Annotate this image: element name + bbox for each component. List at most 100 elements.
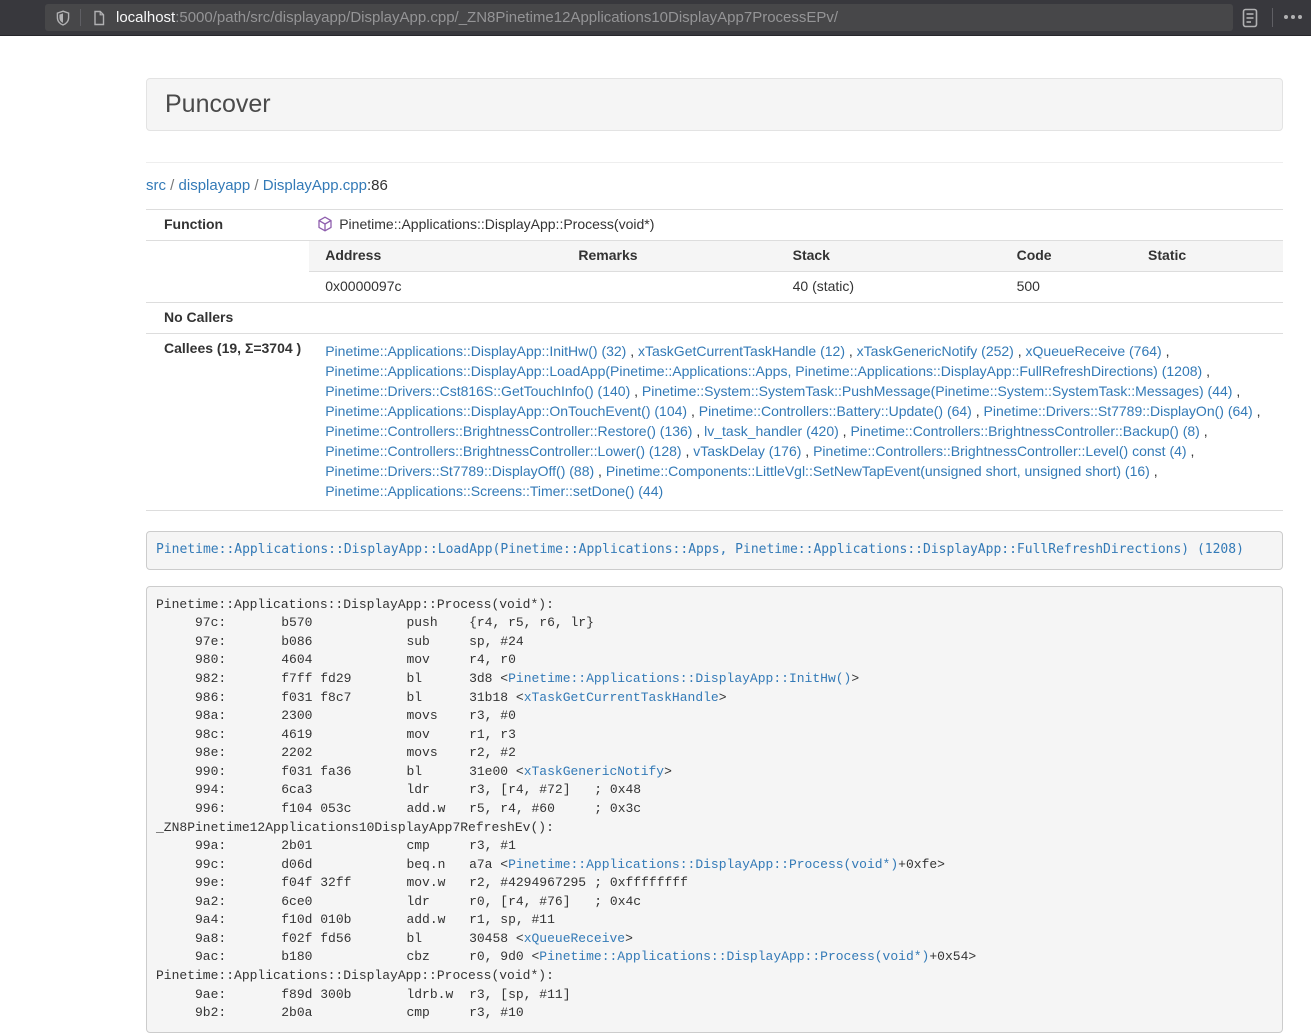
callee-separator: , (1232, 383, 1240, 399)
details-row-label (146, 241, 309, 303)
callee-link[interactable]: Pinetime::Controllers::Battery::Update()… (699, 403, 972, 419)
breadcrumb-link[interactable]: DisplayApp.cpp (263, 177, 367, 194)
function-details-table: AddressRemarksStackCodeStatic 0x0000097c… (309, 241, 1283, 302)
code-text: 99c: d06d beq.n a7a < (156, 857, 508, 872)
callee-link[interactable]: vTaskDelay (176) (693, 443, 801, 459)
symbol-link[interactable]: xTaskGenericNotify (524, 764, 664, 779)
details-cell: AddressRemarksStackCodeStatic 0x0000097c… (309, 241, 1283, 303)
callee-link[interactable]: xQueueReceive (764) (1026, 343, 1162, 359)
code-text: 98a: 2300 movs r3, #0 (156, 708, 516, 723)
callee-link[interactable]: Pinetime::Drivers::St7789::DisplayOff() … (325, 463, 594, 479)
callee-link[interactable]: Pinetime::Components::LittleVgl::SetNewT… (606, 463, 1150, 479)
callee-separator: , (682, 443, 694, 459)
callee-link[interactable]: Pinetime::Drivers::St7789::DisplayOn() (… (984, 403, 1253, 419)
code-text: 9b2: 2b0a cmp r3, #10 (156, 1005, 524, 1020)
callee-link[interactable]: Pinetime::Controllers::BrightnessControl… (813, 443, 1186, 459)
callee-link[interactable]: Pinetime::Applications::DisplayApp::OnTo… (325, 403, 687, 419)
function-row-label: Function (146, 210, 309, 241)
reader-mode-icon[interactable] (1241, 8, 1259, 28)
callee-separator: , (626, 343, 638, 359)
callee-separator: , (801, 443, 813, 459)
code-text: 99a: 2b01 cmp r3, #1 (156, 838, 516, 853)
code-text: 996: f104 053c add.w r5, r4, #60 ; 0x3c (156, 801, 641, 816)
url-path: :5000/path/src/displayapp/DisplayApp.cpp… (175, 9, 838, 26)
callee-separator: , (1187, 443, 1195, 459)
address-value: 0x0000097c (309, 272, 562, 302)
callee-link[interactable]: Pinetime::Controllers::BrightnessControl… (850, 423, 1199, 439)
code-text: Pinetime::Applications::DisplayApp::Proc… (156, 597, 554, 612)
code-text: 982: f7ff fd29 bl 3d8 < (156, 671, 508, 686)
details-value-row: 0x0000097c 40 (static) 500 (309, 272, 1283, 302)
breadcrumb-separator: / (250, 177, 263, 194)
callee-separator: , (687, 403, 699, 419)
callee-link[interactable]: Pinetime::Controllers::BrightnessControl… (325, 423, 692, 439)
callee-link[interactable]: xTaskGetCurrentTaskHandle (12) (638, 343, 845, 359)
code-text: Pinetime::Applications::DisplayApp::Proc… (156, 968, 554, 983)
code-text: 980: 4604 mov r4, r0 (156, 652, 516, 667)
stack-value: 40 (static) (777, 272, 1001, 302)
app-title-link[interactable]: Puncover (165, 90, 271, 118)
callee-link[interactable]: Pinetime::System::SystemTask::PushMessag… (642, 383, 1233, 399)
callee-link[interactable]: Pinetime::Applications::DisplayApp::Init… (325, 343, 626, 359)
breadcrumb-link[interactable]: src (146, 177, 166, 194)
callee-separator: , (1200, 423, 1208, 439)
code-value: 500 (1001, 272, 1132, 302)
callee-link[interactable]: Pinetime::Drivers::Cst816S::GetTouchInfo… (325, 383, 630, 399)
no-callers-cell (309, 303, 1283, 334)
callee-link[interactable]: xTaskGenericNotify (252) (857, 343, 1014, 359)
breadcrumb-line-number: :86 (367, 177, 388, 194)
column-header-stack: Stack (777, 241, 1001, 271)
selected-symbol-link[interactable]: Pinetime::Applications::DisplayApp::Load… (156, 542, 1244, 557)
callees-row: Callees (19, Σ=3704 ) Pinetime::Applicat… (146, 334, 1283, 511)
page-info-icon[interactable] (91, 10, 107, 26)
callee-link[interactable]: Pinetime::Controllers::BrightnessControl… (325, 443, 681, 459)
callee-link[interactable]: lv_task_handler (420) (704, 423, 839, 439)
callee-separator: , (1162, 343, 1170, 359)
callees-label: Callees (19, Σ=3704 ) (146, 334, 309, 511)
function-table: Function Pinetime::Applications::Display… (146, 209, 1283, 511)
code-text: 9a2: 6ce0 ldr r0, [r4, #76] ; 0x4c (156, 894, 641, 909)
code-text: 99e: f04f 32ff mov.w r2, #4294967295 ; 0… (156, 875, 688, 890)
static-value (1132, 272, 1283, 302)
callee-separator: , (972, 403, 984, 419)
no-callers-row: No Callers (146, 303, 1283, 334)
url-host: localhost (116, 9, 175, 26)
code-text: +0x54> (929, 949, 976, 964)
symbol-link[interactable]: Pinetime::Applications::DisplayApp::Init… (508, 671, 851, 686)
function-name: Pinetime::Applications::DisplayApp::Proc… (339, 216, 654, 232)
code-text: 9a4: f10d 010b add.w r1, sp, #11 (156, 912, 555, 927)
code-text: 97e: b086 sub sp, #24 (156, 634, 524, 649)
callee-separator: , (692, 423, 704, 439)
disassembly: Pinetime::Applications::DisplayApp::Proc… (146, 586, 1283, 1033)
divider (146, 162, 1283, 163)
code-text: _ZN8Pinetime12Applications10DisplayApp7R… (156, 820, 554, 835)
code-text: > (664, 764, 672, 779)
code-text: 994: 6ca3 ldr r3, [r4, #72] ; 0x48 (156, 782, 641, 797)
details-header-row: AddressRemarksStackCodeStatic (309, 241, 1283, 271)
callee-separator: , (1014, 343, 1026, 359)
callee-link[interactable]: Pinetime::Applications::DisplayApp::Load… (325, 363, 1202, 379)
code-text: 9ae: f89d 300b ldrb.w r3, [sp, #11] (156, 987, 571, 1002)
symbol-link[interactable]: xTaskGetCurrentTaskHandle (524, 690, 719, 705)
breadcrumb: src / displayapp / DisplayApp.cpp:86 (146, 175, 1283, 196)
code-text: > (851, 671, 859, 686)
callee-separator: , (845, 343, 857, 359)
disassembly-code: Pinetime::Applications::DisplayApp::Proc… (156, 597, 976, 1020)
tracking-protection-shield-icon[interactable] (55, 10, 71, 26)
function-details-row: AddressRemarksStackCodeStatic 0x0000097c… (146, 241, 1283, 303)
code-text: 9a8: f02f fd56 bl 30458 < (156, 931, 524, 946)
callees-list: Pinetime::Applications::DisplayApp::Init… (309, 334, 1283, 511)
callee-separator: , (1150, 463, 1158, 479)
symbol-link[interactable]: xQueueReceive (524, 931, 625, 946)
selected-symbol-box: Pinetime::Applications::DisplayApp::Load… (146, 531, 1283, 570)
address-bar[interactable]: localhost:5000/path/src/displayapp/Displ… (45, 4, 1233, 31)
code-text: 990: f031 fa36 bl 31e00 < (156, 764, 524, 779)
browser-toolbar: localhost:5000/path/src/displayapp/Displ… (0, 0, 1311, 36)
symbol-link[interactable]: Pinetime::Applications::DisplayApp::Proc… (539, 949, 929, 964)
symbol-link[interactable]: Pinetime::Applications::DisplayApp::Proc… (508, 857, 898, 872)
callee-link[interactable]: Pinetime::Applications::Screens::Timer::… (325, 483, 663, 499)
code-text: +0xfe> (898, 857, 945, 872)
url-text[interactable]: localhost:5000/path/src/displayapp/Displ… (116, 9, 838, 26)
breadcrumb-link[interactable]: displayapp (179, 177, 251, 194)
page-actions-menu-icon[interactable] (1282, 13, 1304, 21)
